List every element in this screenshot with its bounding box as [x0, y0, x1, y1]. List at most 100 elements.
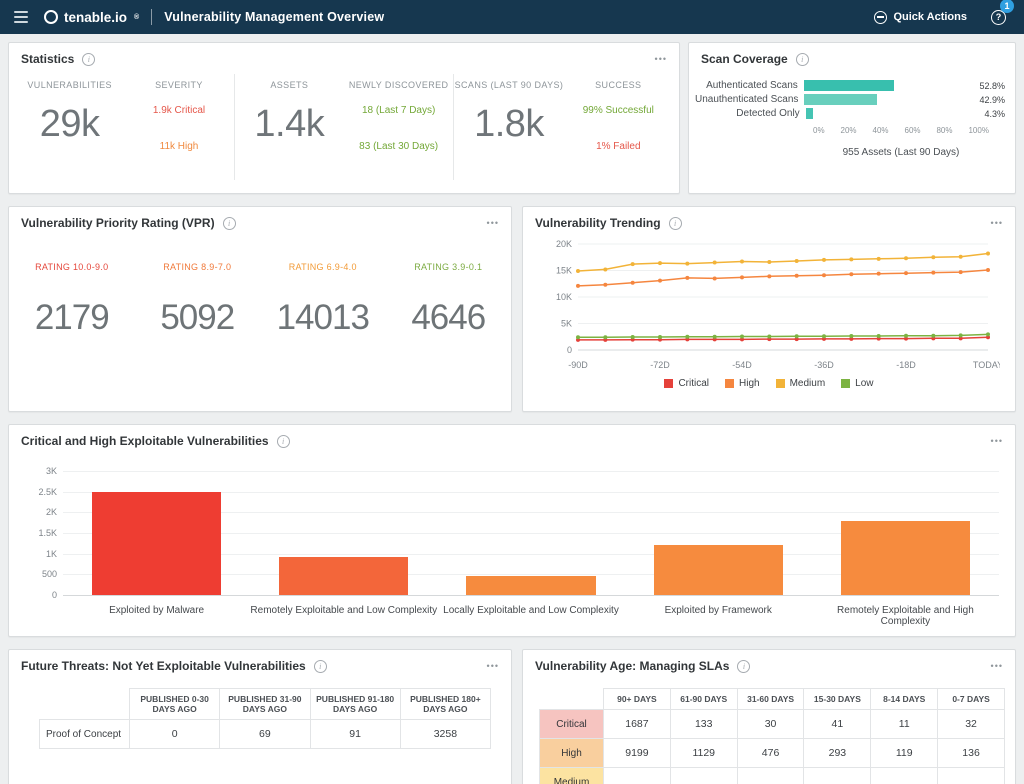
vpr-rating-value[interactable]: 2179 [9, 298, 135, 338]
trend-point [658, 279, 662, 283]
stat-label: NEWLY DISCOVERED [344, 80, 453, 90]
info-icon[interactable]: i [223, 217, 236, 230]
table-value-cell[interactable] [604, 768, 671, 784]
menu-icon[interactable] [14, 11, 28, 23]
bar-4[interactable] [654, 545, 783, 595]
table-value-cell[interactable]: 69 [220, 720, 310, 749]
table-value-cell[interactable]: 476 [737, 739, 804, 768]
trend-point [740, 259, 744, 263]
more-options-button[interactable]: ••• [487, 661, 499, 671]
trend-point [904, 256, 908, 260]
scan-bar[interactable] [804, 94, 877, 105]
trend-point [576, 335, 580, 339]
stat-label: ASSETS [235, 80, 344, 90]
more-options-button[interactable]: ••• [655, 54, 667, 64]
table-value-cell[interactable]: 41 [804, 710, 871, 739]
svg-text:-90D: -90D [568, 360, 588, 370]
table-value-cell[interactable]: 293 [804, 739, 871, 768]
scan-bar[interactable] [804, 80, 894, 91]
table-header-cell: PUBLISHED 31-90 DAYS AGO [220, 689, 310, 720]
trend-line-high[interactable] [578, 270, 988, 286]
scan-bar-row: Detected Only4.3% [695, 108, 1005, 119]
table-value-cell[interactable]: 1687 [604, 710, 671, 739]
table-value-cell[interactable]: 119 [871, 739, 938, 768]
quick-actions-icon [874, 11, 887, 24]
table-value-cell[interactable]: 32 [938, 710, 1005, 739]
trend-line-medium[interactable] [578, 254, 988, 272]
legend-swatch [841, 379, 850, 388]
table-value-cell[interactable]: 136 [938, 739, 1005, 768]
table-value-cell[interactable] [737, 768, 804, 784]
axis-tick-label: 80% [936, 126, 952, 135]
table-value-cell[interactable]: 11 [871, 710, 938, 739]
stat-line-successful[interactable]: 99% Successful [564, 105, 673, 116]
info-icon[interactable]: i [277, 435, 290, 448]
info-icon[interactable]: i [669, 217, 682, 230]
table-value-cell[interactable]: 9199 [604, 739, 671, 768]
notification-badge[interactable]: 1 [1000, 0, 1014, 13]
table-value-cell[interactable]: 0 [130, 720, 220, 749]
info-icon[interactable]: i [737, 660, 750, 673]
table-value-cell[interactable]: 1129 [670, 739, 737, 768]
card-title: Critical and High Exploitable Vulnerabil… [21, 434, 269, 448]
legend-item-medium[interactable]: Medium [776, 378, 826, 389]
bar-1[interactable] [92, 492, 221, 595]
trend-line-low[interactable] [578, 334, 988, 337]
table-value-cell[interactable]: 91 [310, 720, 400, 749]
stat-line-critical[interactable]: 1.9k Critical [124, 105, 233, 116]
table-header-cell: PUBLISHED 180+ DAYS AGO [400, 689, 490, 720]
stat-line-failed[interactable]: 1% Failed [564, 141, 673, 152]
vpr-body: RATING 10.0-9.02179RATING 8.9-7.05092RAT… [9, 230, 511, 338]
stat-line-high[interactable]: 11k High [124, 141, 233, 152]
more-options-button[interactable]: ••• [487, 218, 499, 228]
x-axis: 0%20%40%60%80%100% [813, 126, 989, 135]
table-value-cell[interactable]: 133 [670, 710, 737, 739]
dashboard-page: tenable.io® Vulnerability Management Ove… [0, 0, 1024, 784]
info-icon[interactable]: i [314, 660, 327, 673]
trend-point [877, 272, 881, 276]
table-value-cell[interactable] [871, 768, 938, 784]
trend-point [795, 274, 799, 278]
vpr-rating-value[interactable]: 14013 [260, 298, 386, 338]
trend-point [822, 273, 826, 277]
table-value-cell[interactable] [804, 768, 871, 784]
scan-bar[interactable] [806, 108, 813, 119]
table-header-cell: PUBLISHED 91-180 DAYS AGO [310, 689, 400, 720]
bar-3[interactable] [466, 576, 595, 595]
legend-item-low[interactable]: Low [841, 378, 873, 389]
bar-2[interactable] [279, 557, 408, 595]
table-header-cell [40, 689, 130, 720]
vpr-rating-label: RATING 10.0-9.0 [9, 262, 135, 272]
tenable-logo[interactable]: tenable.io® [44, 10, 139, 25]
vpr-card: Vulnerability Priority Rating (VPR) i ••… [8, 206, 512, 412]
vpr-rating-value[interactable]: 5092 [135, 298, 261, 338]
vpr-rating-value[interactable]: 4646 [386, 298, 512, 338]
trend-point [849, 272, 853, 276]
stat-line-7days[interactable]: 18 (Last 7 Days) [344, 105, 453, 116]
scan-bar-label: Unauthenticated Scans [695, 94, 804, 105]
bar-slot [437, 471, 624, 595]
trending-line-chart: 05K10K15K20K-90D-72D-54D-36D-18DTODAY [538, 234, 1000, 376]
table-value-cell[interactable]: 30 [737, 710, 804, 739]
more-options-button[interactable]: ••• [991, 218, 1003, 228]
info-icon[interactable]: i [82, 53, 95, 66]
nav-divider [151, 9, 152, 25]
legend-item-critical[interactable]: Critical [664, 378, 709, 389]
table-header-cell: 15-30 DAYS [804, 689, 871, 710]
quick-actions-button[interactable]: Quick Actions [874, 11, 967, 24]
table-header-cell: 0-7 DAYS [938, 689, 1005, 710]
vulnerability-age-card: Vulnerability Age: Managing SLAs i ••• 9… [522, 649, 1016, 784]
info-icon[interactable]: i [796, 53, 809, 66]
more-options-button[interactable]: ••• [991, 661, 1003, 671]
more-options-button[interactable]: ••• [991, 436, 1003, 446]
trend-point [576, 284, 580, 288]
legend-item-high[interactable]: High [725, 378, 760, 389]
table-value-cell[interactable] [938, 768, 1005, 784]
legend-swatch [725, 379, 734, 388]
table-value-cell[interactable]: 3258 [400, 720, 490, 749]
bar-5[interactable] [841, 521, 970, 595]
vpr-rating-label: RATING 6.9-4.0 [260, 262, 386, 272]
stat-line-30days[interactable]: 83 (Last 30 Days) [344, 141, 453, 152]
table-value-cell[interactable] [670, 768, 737, 784]
axis-tick-label: 20% [841, 126, 857, 135]
